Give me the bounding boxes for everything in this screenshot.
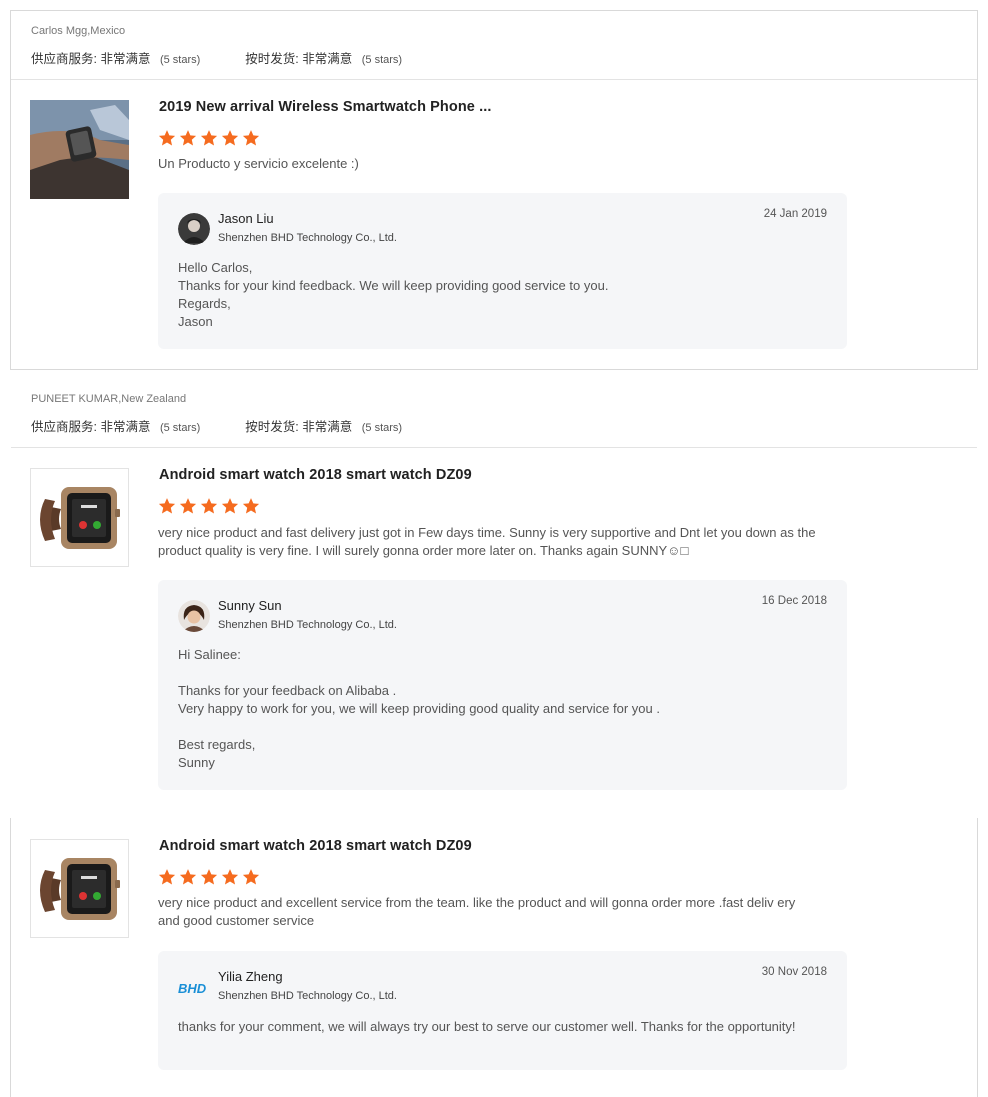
reply-line: thanks for your comment, we will always … xyxy=(178,1019,796,1034)
product-image[interactable] xyxy=(30,839,129,938)
rating-summary: 供应商服务: 非常满意 (5 stars) 按时发货: 非常满意 (5 star… xyxy=(31,416,402,435)
star-icon xyxy=(221,869,239,885)
star-icon xyxy=(221,130,239,146)
reply-line xyxy=(178,718,808,736)
ontime-label: 按时发货: xyxy=(245,52,299,66)
smartwatch-on-wrist-photo-icon xyxy=(30,100,129,199)
bhd-logo-icon: BHD xyxy=(178,973,210,1005)
ontime-stars: (5 stars) xyxy=(361,422,403,434)
review-comment: very nice product and excellent service … xyxy=(158,895,796,928)
review-comment: Un Producto y servicio excelente :) xyxy=(158,156,359,171)
reply-body: Hello Carlos, Thanks for your kind feedb… xyxy=(178,259,808,331)
reply-line: Best regards, xyxy=(178,737,256,752)
divider xyxy=(11,447,977,448)
smartwatch-brown-strap-icon xyxy=(31,840,128,937)
smartwatch-brown-strap-icon xyxy=(31,469,128,566)
reply-line: Thanks for your kind feedback. We will k… xyxy=(178,278,609,293)
star-icon xyxy=(179,869,197,885)
star-icon xyxy=(242,498,260,514)
star-icon xyxy=(158,498,176,514)
reply-line xyxy=(178,664,808,682)
supplier-reply: Jason Liu Shenzhen BHD Technology Co., L… xyxy=(158,193,847,349)
man-avatar-icon xyxy=(178,213,210,245)
product-title[interactable]: Android smart watch 2018 smart watch DZ0… xyxy=(159,467,472,483)
reply-author-name: Sunny Sun xyxy=(218,598,282,613)
star-rating xyxy=(158,868,260,886)
reply-line: Jason xyxy=(178,314,213,329)
review-comment: very nice product and fast delivery just… xyxy=(158,525,816,558)
reply-date: 16 Dec 2018 xyxy=(761,595,827,607)
divider xyxy=(11,79,977,80)
reply-company: Shenzhen BHD Technology Co., Ltd. xyxy=(218,990,397,1002)
supplier-reply: BHD Yilia Zheng Shenzhen BHD Technology … xyxy=(158,951,847,1070)
reply-line: Sunny xyxy=(178,755,215,770)
reply-company: Shenzhen BHD Technology Co., Ltd. xyxy=(218,619,397,631)
reply-author-name: Yilia Zheng xyxy=(218,969,283,984)
star-icon xyxy=(158,130,176,146)
rating-summary: 供应商服务: 非常满意 (5 stars) 按时发货: 非常满意 (5 star… xyxy=(31,48,402,67)
reply-line: Regards, xyxy=(178,296,231,311)
supplier-service-stars: (5 stars) xyxy=(159,422,201,434)
star-icon xyxy=(179,130,197,146)
ontime-value: 非常满意 xyxy=(302,420,353,434)
star-icon xyxy=(158,869,176,885)
supplier-service-value: 非常满意 xyxy=(100,420,151,434)
svg-text:BHD: BHD xyxy=(178,981,207,996)
star-rating xyxy=(158,497,260,515)
supplier-service-label: 供应商服务: xyxy=(31,52,97,66)
star-icon xyxy=(221,498,239,514)
star-icon xyxy=(242,130,260,146)
ontime-value: 非常满意 xyxy=(302,52,353,66)
supplier-service-label: 供应商服务: xyxy=(31,420,97,434)
product-title[interactable]: Android smart watch 2018 smart watch DZ0… xyxy=(159,838,472,854)
woman-avatar-icon xyxy=(178,600,210,632)
supplier-reply: Sunny Sun Shenzhen BHD Technology Co., L… xyxy=(158,580,847,790)
product-title[interactable]: 2019 New arrival Wireless Smartwatch Pho… xyxy=(159,99,491,115)
supplier-service-stars: (5 stars) xyxy=(159,54,201,66)
reply-body: Hi Salinee: Thanks for your feedback on … xyxy=(178,646,808,772)
reply-author-name: Jason Liu xyxy=(218,211,274,226)
supplier-service-value: 非常满意 xyxy=(100,52,151,66)
star-icon xyxy=(200,498,218,514)
product-image[interactable] xyxy=(30,100,129,199)
reply-line: Thanks for your feedback on Alibaba . xyxy=(178,683,397,698)
ontime-label: 按时发货: xyxy=(245,420,299,434)
reply-date: 30 Nov 2018 xyxy=(761,966,827,978)
reply-line: Hello Carlos, xyxy=(178,260,253,275)
product-image[interactable] xyxy=(30,468,129,567)
reviewer-name: Carlos Mgg,Mexico xyxy=(31,25,126,37)
star-icon xyxy=(200,130,218,146)
star-rating xyxy=(158,129,260,147)
reply-line: Hi Salinee: xyxy=(178,647,241,662)
reviewer-name: PUNEET KUMAR,New Zealand xyxy=(31,393,187,405)
reply-body: thanks for your comment, we will always … xyxy=(178,1018,808,1036)
star-icon xyxy=(200,869,218,885)
ontime-stars: (5 stars) xyxy=(361,54,403,66)
reply-date: 24 Jan 2019 xyxy=(763,208,827,220)
star-icon xyxy=(179,498,197,514)
star-icon xyxy=(242,869,260,885)
reply-company: Shenzhen BHD Technology Co., Ltd. xyxy=(218,232,397,244)
reply-line: Very happy to work for you, we will keep… xyxy=(178,701,660,716)
